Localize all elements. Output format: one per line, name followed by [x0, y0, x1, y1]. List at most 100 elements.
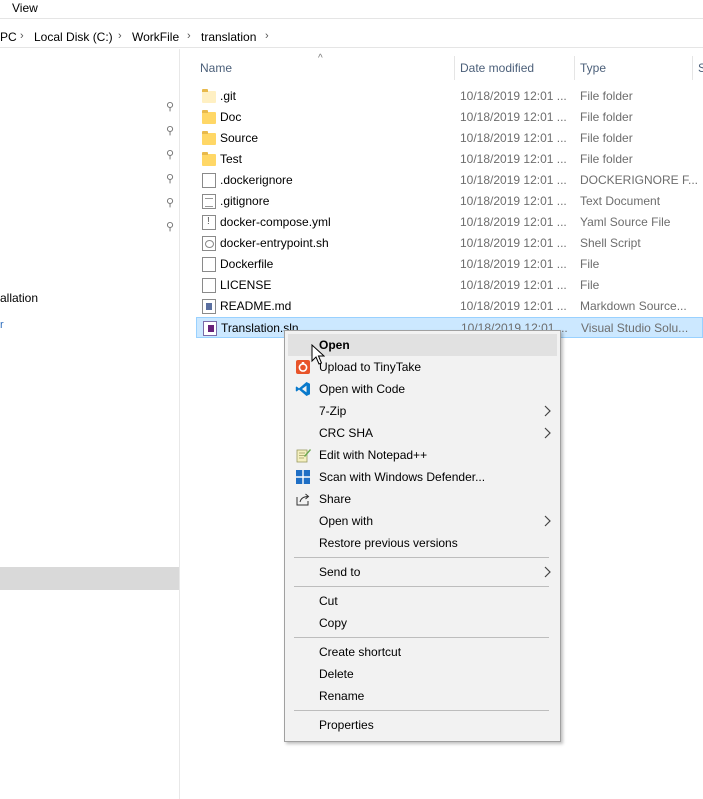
menu-item-label: Cut: [319, 594, 338, 608]
submenu-arrow-icon: [544, 405, 551, 417]
menu-item-properties[interactable]: Properties: [288, 714, 557, 736]
submenu-arrow-icon: [544, 427, 551, 439]
folder-icon: [202, 152, 216, 166]
folder-icon: [202, 131, 216, 145]
file-row[interactable]: LICENSE 10/18/2019 12:01 ... File: [196, 275, 703, 296]
menu-item-label: Copy: [319, 616, 348, 630]
menu-item-label: Scan with Windows Defender...: [319, 470, 486, 484]
column-header-date-modified[interactable]: Date modified: [460, 61, 534, 75]
file-date: 10/18/2019 12:01 ...: [460, 278, 567, 292]
file-row[interactable]: .gitignore 10/18/2019 12:01 ... Text Doc…: [196, 191, 703, 212]
address-bar[interactable]: PC › Local Disk (C:) › WorkFile › transl…: [0, 26, 703, 48]
file-type: Markdown Source...: [580, 299, 687, 313]
menu-separator: [294, 637, 549, 638]
file-icon: [202, 257, 216, 272]
file-name: Dockerfile: [220, 257, 274, 271]
menu-item-scan-defender[interactable]: Scan with Windows Defender...: [288, 466, 557, 488]
menu-item-copy[interactable]: Copy: [288, 612, 557, 634]
nav-item-link[interactable]: r: [0, 319, 4, 331]
file-row[interactable]: README.md 10/18/2019 12:01 ... Markdown …: [196, 296, 703, 317]
share-icon: [296, 493, 310, 506]
file-date: 10/18/2019 12:01 ...: [460, 215, 567, 229]
file-name: .dockerignore: [220, 173, 293, 187]
pin-icon[interactable]: ⚲: [164, 173, 176, 185]
menu-item-label: Open with Code: [319, 382, 406, 396]
pin-icon[interactable]: ⚲: [164, 125, 176, 137]
file-row[interactable]: .dockerignore 10/18/2019 12:01 ... DOCKE…: [196, 170, 703, 191]
menu-item-delete[interactable]: Delete: [288, 663, 557, 685]
pin-icon[interactable]: ⚲: [164, 149, 176, 161]
column-header-size[interactable]: S: [698, 61, 703, 75]
file-name: LICENSE: [220, 278, 272, 292]
menu-item-rename[interactable]: Rename: [288, 685, 557, 707]
pin-icon[interactable]: ⚲: [164, 221, 176, 233]
menu-item-restore-versions[interactable]: Restore previous versions: [288, 532, 557, 554]
file-row[interactable]: docker-entrypoint.sh 10/18/2019 12:01 ..…: [196, 233, 703, 254]
file-name: README.md: [220, 299, 292, 313]
file-type: File: [580, 278, 600, 292]
file-type: File: [580, 257, 600, 271]
breadcrumb-chevron-icon[interactable]: ›: [118, 30, 122, 42]
file-type: DOCKERIGNORE F...: [580, 173, 699, 187]
menu-item-open[interactable]: Open: [288, 334, 557, 356]
menu-item-edit-notepadpp[interactable]: Edit with Notepad++: [288, 444, 557, 466]
nav-item-selected[interactable]: [0, 567, 179, 590]
breadcrumb-chevron-icon[interactable]: ›: [187, 30, 191, 42]
file-name: docker-compose.yml: [220, 215, 331, 229]
file-date: 10/18/2019 12:01 ...: [460, 131, 567, 145]
pin-icon[interactable]: ⚲: [164, 197, 176, 209]
menu-separator: [294, 710, 549, 711]
breadcrumb-chevron-icon[interactable]: ›: [265, 30, 269, 42]
file-name: docker-entrypoint.sh: [220, 236, 329, 250]
folder-icon: [202, 110, 216, 124]
file-date: 10/18/2019 12:01 ...: [460, 89, 567, 103]
file-type: File folder: [580, 89, 633, 103]
file-row[interactable]: Test 10/18/2019 12:01 ... File folder: [196, 149, 703, 170]
menu-item-share[interactable]: Share: [288, 488, 557, 510]
yaml-file-icon: [202, 215, 216, 230]
menu-item-label: Rename: [319, 689, 365, 703]
column-header-name[interactable]: Name: [200, 61, 232, 75]
submenu-arrow-icon: [544, 566, 551, 578]
file-row[interactable]: Dockerfile 10/18/2019 12:01 ... File: [196, 254, 703, 275]
breadcrumb-chevron-icon[interactable]: ›: [20, 30, 24, 42]
column-divider[interactable]: [574, 56, 575, 80]
pin-icon[interactable]: ⚲: [164, 101, 176, 113]
tab-view[interactable]: View: [12, 1, 38, 15]
file-row[interactable]: .git 10/18/2019 12:01 ... File folder: [196, 86, 703, 107]
file-date: 10/18/2019 12:01 ...: [460, 194, 567, 208]
file-row[interactable]: Doc 10/18/2019 12:01 ... File folder: [196, 107, 703, 128]
column-header-type[interactable]: Type: [580, 61, 606, 75]
file-type: File folder: [580, 131, 633, 145]
file-date: 10/18/2019 12:01 ...: [460, 257, 567, 271]
breadcrumb-translation[interactable]: translation: [201, 30, 256, 44]
menu-item-upload-tinytake[interactable]: Upload to TinyTake: [288, 356, 557, 378]
menu-separator: [294, 557, 549, 558]
column-divider[interactable]: [454, 56, 455, 80]
menu-item-send-to[interactable]: Send to: [288, 561, 557, 583]
sort-ascending-icon: ^: [318, 53, 323, 64]
context-menu: Open Upload to TinyTake Open with Code 7…: [284, 330, 561, 742]
breadcrumb-local-disk[interactable]: Local Disk (C:): [34, 30, 113, 44]
menu-item-open-with-code[interactable]: Open with Code: [288, 378, 557, 400]
file-row[interactable]: docker-compose.yml 10/18/2019 12:01 ... …: [196, 212, 703, 233]
file-name: .gitignore: [220, 194, 270, 208]
menu-item-label: Share: [319, 492, 352, 506]
nav-item-installation[interactable]: allation: [0, 291, 38, 305]
file-date: 10/18/2019 12:01 ...: [460, 236, 567, 250]
file-row[interactable]: Source 10/18/2019 12:01 ... File folder: [196, 128, 703, 149]
breadcrumb-workfile[interactable]: WorkFile: [132, 30, 179, 44]
menu-item-cut[interactable]: Cut: [288, 590, 557, 612]
menu-item-open-with[interactable]: Open with: [288, 510, 557, 532]
menu-item-7zip[interactable]: 7-Zip: [288, 400, 557, 422]
file-name: .git: [220, 89, 237, 103]
menu-item-crc-sha[interactable]: CRC SHA: [288, 422, 557, 444]
menu-separator: [294, 586, 549, 587]
tinytake-icon: [296, 360, 310, 374]
breadcrumb-this-pc[interactable]: PC: [0, 30, 17, 44]
menu-item-create-shortcut[interactable]: Create shortcut: [288, 641, 557, 663]
file-date: 10/18/2019 12:01 ...: [460, 152, 567, 166]
menu-item-label: Edit with Notepad++: [319, 448, 428, 462]
column-divider[interactable]: [692, 56, 693, 80]
file-icon: [202, 173, 216, 188]
